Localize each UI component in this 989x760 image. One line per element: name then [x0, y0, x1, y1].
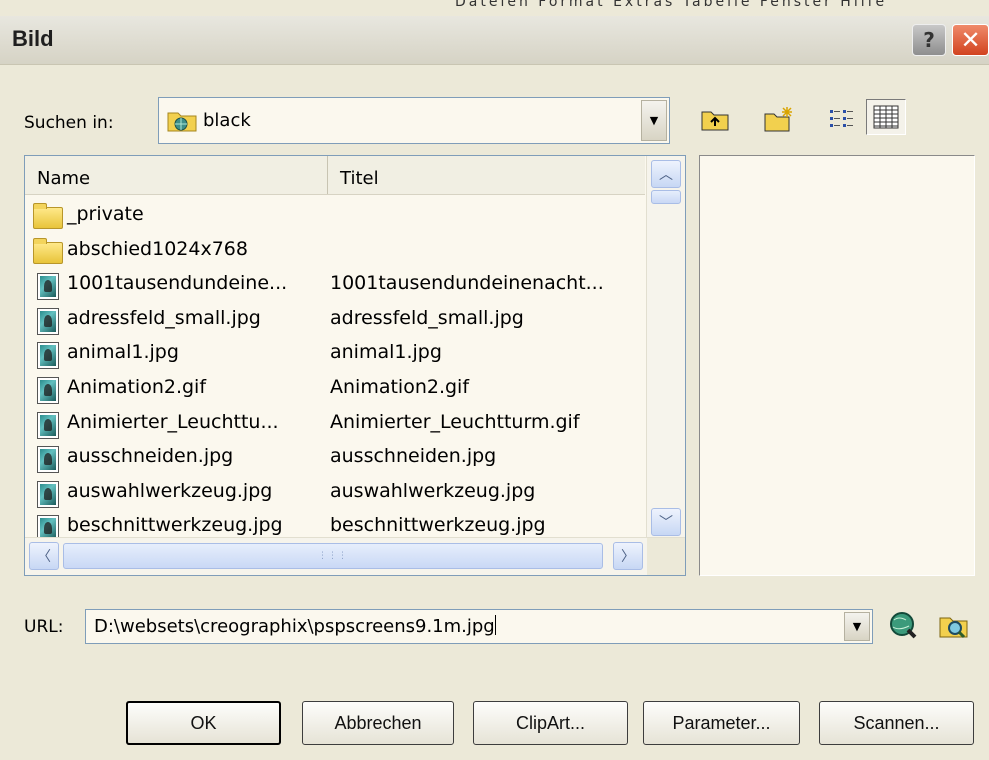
vertical-scrollbar[interactable]: ︿ ﹀	[646, 156, 685, 540]
image-file-icon	[33, 342, 63, 370]
scan-button[interactable]: Scannen...	[819, 701, 974, 745]
list-view-button[interactable]	[822, 101, 862, 137]
parameters-button[interactable]: Parameter...	[643, 701, 800, 745]
list-item[interactable]: abschied1024x768	[25, 235, 645, 270]
list-item[interactable]: _private	[25, 200, 645, 235]
up-folder-button[interactable]	[695, 101, 735, 137]
file-list[interactable]: Name Titel _private abschied1024x768 1001t…	[24, 155, 686, 576]
column-header-title[interactable]: Titel	[328, 156, 645, 194]
horizontal-scrollbar[interactable]: 〈 ⋮⋮⋮ 〉	[25, 537, 685, 575]
file-list-header: Name Titel	[25, 156, 645, 195]
file-name: beschnittwerkzeug.jpg	[67, 514, 283, 537]
dialog-title: Bild	[12, 26, 54, 51]
dialog-titlebar: Bild ? ✕	[0, 16, 989, 65]
list-view-icon	[830, 110, 853, 127]
list-item[interactable]: ausschneiden.jpg ausschneiden.jpg	[25, 442, 645, 477]
text-caret	[494, 615, 496, 635]
file-name: adressfeld_small.jpg	[67, 306, 261, 329]
network-folder-icon	[167, 108, 197, 136]
list-item[interactable]: auswahlwerkzeug.jpg auswahlwerkzeug.jpg	[25, 477, 645, 512]
scroll-up-icon[interactable]: ︿	[651, 160, 681, 188]
background-menu-fragment: Dateien Format Extras Tabelle Fenster Hi…	[455, 0, 888, 10]
file-name: Animierter_Leuchttu...	[67, 410, 279, 433]
preview-pane	[699, 155, 975, 576]
file-name: animal1.jpg	[67, 341, 179, 364]
file-name: 1001tausendundeine...	[67, 272, 288, 295]
lookin-dropdown-arrow-icon[interactable]: ▼	[641, 100, 667, 141]
list-item[interactable]: adressfeld_small.jpg adressfeld_small.jpg	[25, 304, 645, 339]
folder-icon	[33, 203, 63, 230]
url-input[interactable]: D:\websets\creographix\pspscreens9.1m.jp…	[85, 609, 873, 644]
image-file-icon	[33, 376, 63, 404]
details-view-icon	[873, 105, 899, 129]
lookin-value: black	[203, 110, 251, 131]
column-header-name[interactable]: Name	[25, 156, 328, 194]
cancel-button[interactable]: Abbrechen	[302, 701, 454, 745]
web-browse-button[interactable]	[883, 607, 923, 643]
scrollbar-corner	[647, 538, 685, 575]
url-dropdown-arrow-icon[interactable]: ▼	[844, 612, 870, 641]
scroll-left-icon[interactable]: 〈	[29, 542, 59, 570]
help-button[interactable]: ?	[912, 24, 946, 56]
list-item[interactable]: Animation2.gif Animation2.gif	[25, 373, 645, 408]
list-item[interactable]: Animierter_Leuchttu... Animierter_Leuchtt…	[25, 408, 645, 443]
file-name: abschied1024x768	[67, 237, 248, 260]
file-name: Animation2.gif	[67, 375, 207, 398]
url-label: URL:	[24, 617, 64, 637]
file-title: Animation2.gif	[330, 375, 470, 398]
lookin-dropdown[interactable]: black ▼	[158, 97, 670, 144]
image-file-icon	[33, 446, 63, 474]
ok-button[interactable]: OK	[126, 701, 281, 745]
scroll-down-icon[interactable]: ﹀	[651, 508, 681, 536]
image-file-icon	[33, 307, 63, 335]
file-title: 1001tausendundeinenacht...	[330, 272, 604, 295]
image-browse-button[interactable]	[934, 607, 974, 643]
url-value: D:\websets\creographix\pspscreens9.1m.jp…	[94, 616, 495, 637]
scroll-right-icon[interactable]: 〉	[613, 542, 643, 570]
horizontal-scroll-thumb[interactable]: ⋮⋮⋮	[63, 543, 603, 569]
image-file-icon	[33, 273, 63, 301]
list-item[interactable]: animal1.jpg animal1.jpg	[25, 338, 645, 373]
vertical-scroll-thumb[interactable]	[651, 190, 681, 204]
up-folder-icon	[701, 111, 729, 131]
file-name: _private	[67, 203, 144, 225]
new-folder-icon	[764, 107, 792, 132]
image-file-icon	[33, 411, 63, 439]
file-title: beschnittwerkzeug.jpg	[330, 514, 546, 537]
file-title: auswahlwerkzeug.jpg	[330, 479, 536, 502]
image-file-icon	[33, 480, 63, 508]
clipart-button[interactable]: ClipArt...	[473, 701, 628, 745]
file-title: adressfeld_small.jpg	[330, 306, 524, 329]
details-view-button[interactable]	[866, 99, 906, 135]
list-item[interactable]: 1001tausendundeine... 1001tausendundeinen…	[25, 269, 645, 304]
close-button[interactable]: ✕	[952, 24, 989, 56]
file-rows: _private abschied1024x768 1001tausendundei…	[25, 200, 645, 546]
lookin-label: Suchen in:	[24, 113, 114, 133]
file-title: Animierter_Leuchtturm.gif	[330, 410, 580, 433]
globe-search-icon	[890, 612, 917, 639]
file-title: ausschneiden.jpg	[330, 445, 497, 468]
background-window-strip: Dateien Format Extras Tabelle Fenster Hi…	[0, 0, 989, 14]
folder-icon	[33, 237, 63, 265]
file-name: ausschneiden.jpg	[67, 445, 234, 468]
new-folder-button[interactable]	[759, 101, 799, 137]
file-title: animal1.jpg	[330, 341, 442, 364]
file-name: auswahlwerkzeug.jpg	[67, 479, 273, 502]
folder-search-icon	[939, 617, 968, 639]
